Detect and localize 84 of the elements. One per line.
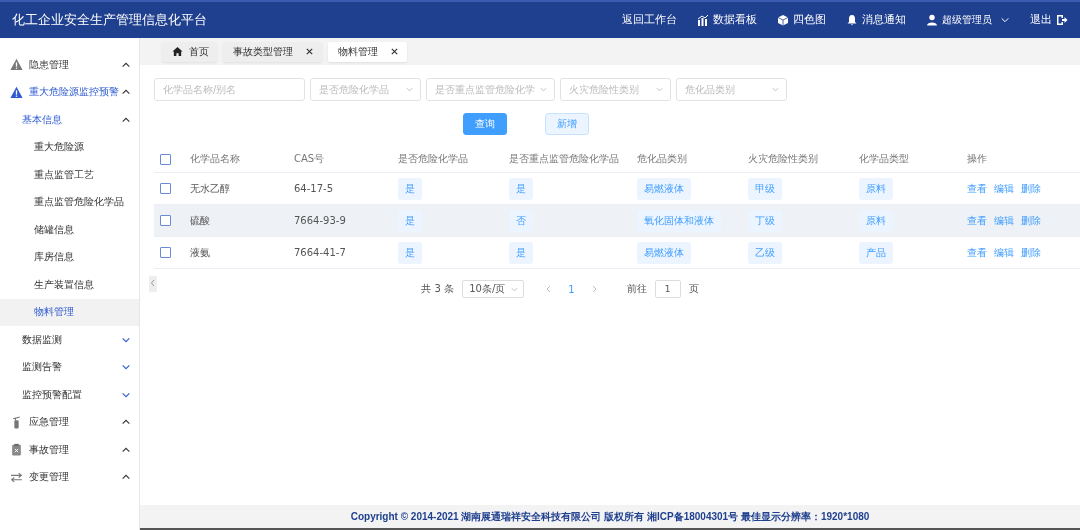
tag: 是 (398, 209, 422, 232)
table-cell: 液氨 (190, 245, 210, 260)
sidebar-menu-item[interactable]: 隐患管理 (0, 51, 139, 79)
sidebar-menu-item[interactable]: 事故管理 (0, 436, 139, 464)
row-checkbox[interactable] (160, 183, 171, 194)
header-nav-link[interactable]: 超级管理员 (926, 13, 1010, 27)
tag: 易燃液体 (637, 241, 691, 264)
sidebar-menu-item[interactable]: 应急管理 (0, 408, 139, 436)
table-cell: 硫酸 (190, 213, 210, 228)
tag: 原料 (859, 177, 893, 200)
logout-icon (1056, 14, 1068, 26)
page-tab[interactable]: 物料管理 (328, 41, 407, 62)
sidebar-menu-item[interactable]: 变更管理 (0, 463, 139, 491)
tag: 是 (398, 177, 422, 200)
page-tab[interactable]: 首页 (162, 41, 217, 62)
tag: 甲级 (748, 177, 782, 200)
sidebar-menu-item[interactable]: 物料管理 (0, 298, 139, 326)
copyright-text: Copyright © 2014-2021 湖南展通瑞祥安全科技有限公司 版权所有 湘ICP备18004301号 最佳显示分辨率：1920*1080 (350, 509, 870, 524)
sidebar-menu-item[interactable]: 储罐信息 (0, 216, 139, 244)
total-count: 共 3 条 (421, 282, 455, 296)
column-header: CAS号 (294, 152, 325, 166)
table-cell: 7664-41-7 (294, 247, 346, 258)
sidebar-menu-item[interactable]: 监测告警 (0, 353, 139, 381)
sidebar-menu-item[interactable]: 重点监管危险化学品 (0, 188, 139, 216)
table-cell: 无水乙醇 (190, 181, 230, 196)
page-suffix: 页 (688, 282, 699, 296)
sidebar-menu-item[interactable]: 重大危险源监控预警 (0, 78, 139, 106)
chevron-down-icon (405, 85, 414, 94)
home-icon (172, 46, 183, 57)
column-header: 化学品名称 (190, 152, 240, 166)
column-header: 操作 (967, 152, 987, 166)
warning-icon (10, 58, 23, 72)
tag: 是 (398, 241, 422, 264)
app-title: 化工企业安全生产管理信息化平台 (12, 11, 207, 29)
page-tab[interactable]: 事故类型管理 (223, 41, 322, 62)
header-nav-link[interactable]: 返回工作台 (622, 13, 677, 27)
header-nav-link[interactable]: 四色图 (777, 13, 826, 27)
bell-icon (846, 14, 858, 26)
column-header: 化学品类型 (859, 152, 909, 166)
header-nav-link[interactable]: 消息通知 (846, 13, 906, 27)
bar-chart-icon (697, 14, 709, 26)
extinguisher-icon (10, 415, 23, 429)
page-input[interactable]: 1 (654, 280, 681, 298)
clipboard-icon (10, 443, 23, 457)
tag: 是 (509, 177, 533, 200)
sidebar-menu-item[interactable]: 生产装置信息 (0, 271, 139, 299)
sidebar-menu-item[interactable]: 监控预警配置 (0, 381, 139, 409)
table-cell: 7664-93-9 (294, 215, 346, 226)
goto-label: 前往 (626, 282, 647, 296)
collapse-handle[interactable] (149, 276, 157, 292)
column-header: 是否重点监管危险化学品 (509, 152, 619, 166)
close-icon[interactable] (305, 47, 314, 56)
sidebar-menu-item[interactable]: 库房信息 (0, 243, 139, 271)
column-header: 危化品类别 (637, 152, 687, 166)
row-checkbox[interactable] (160, 215, 171, 226)
chevron-down-icon (655, 85, 664, 94)
tag: 产品 (859, 241, 893, 264)
warning-icon (10, 85, 23, 99)
chevron-down-icon (771, 85, 780, 94)
tag: 氧化固体和液体 (637, 209, 721, 232)
table-cell: 64-17-5 (294, 183, 334, 194)
chevron-down-icon (539, 85, 548, 94)
chevron-down-icon (1000, 15, 1010, 25)
header-nav-link[interactable]: 数据看板 (697, 13, 757, 27)
tag: 是 (509, 241, 533, 264)
row-checkbox[interactable] (160, 247, 171, 258)
sidebar-menu-item[interactable]: 数据监测 (0, 326, 139, 354)
swap-icon (10, 470, 23, 484)
tag: 丁级 (748, 209, 782, 232)
select-all-checkbox[interactable] (160, 153, 171, 165)
sidebar-menu-item[interactable]: 重大危险源 (0, 133, 139, 161)
column-header: 是否危险化学品 (398, 152, 468, 166)
tag: 乙级 (748, 241, 782, 264)
column-header: 火灾危险性类别 (748, 152, 818, 166)
cube-icon (777, 14, 789, 26)
page-size-select[interactable]: 10条/页 (462, 280, 525, 298)
sidebar-menu-item[interactable]: 基本信息 (0, 106, 139, 134)
tag: 易燃液体 (637, 177, 691, 200)
close-icon[interactable] (390, 47, 399, 56)
tag: 否 (509, 209, 533, 232)
user-icon (926, 14, 938, 26)
header-nav-link[interactable]: 退出 (1030, 13, 1068, 27)
sidebar-menu-item[interactable]: 重点监管工艺 (0, 161, 139, 189)
tag: 原料 (859, 209, 893, 232)
